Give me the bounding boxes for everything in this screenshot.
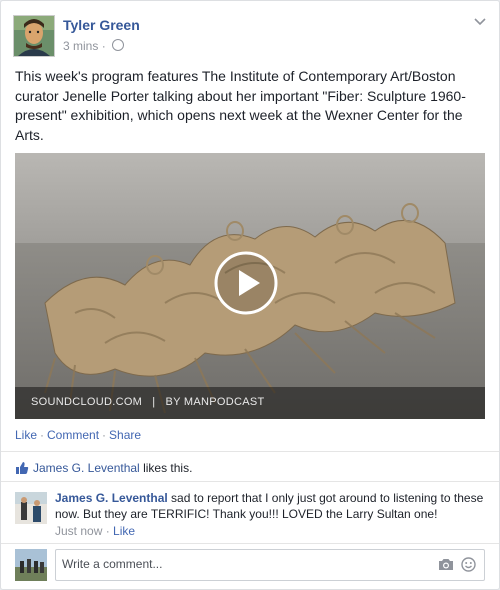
divider [1,451,499,452]
author-name[interactable]: Tyler Green [63,17,140,33]
comment-time[interactable]: Just now [55,524,102,538]
likes-suffix: likes this. [139,461,193,475]
post-meta: 3 mins · [63,39,125,53]
action-sep: · [40,428,45,442]
play-icon[interactable] [214,251,278,315]
camera-icon[interactable] [438,558,454,571]
liker-name[interactable]: James G. Leventhal [33,461,140,475]
post-card: Tyler Green 3 mins · This week's program… [0,0,500,590]
comment-meta: Just now · Like [55,524,135,538]
author-avatar[interactable] [13,15,55,57]
media-caption[interactable]: SOUNDCLOUD.COM | BY MANPODCAST [31,396,265,408]
like-link[interactable]: Like [15,428,37,442]
reply-row: Write a comment... [15,549,485,581]
divider [1,481,499,482]
comment-link[interactable]: Comment [47,428,99,442]
meta-dot: · [101,39,106,53]
post-time[interactable]: 3 mins [63,39,98,53]
commenter-name[interactable]: James G. Leventhal [55,491,168,505]
comment-sep: · [105,524,110,538]
thumbs-up-icon [16,462,29,474]
smiley-icon[interactable] [461,557,476,572]
commenter-avatar[interactable] [15,492,47,524]
comment-body: James G. Leventhal sad to report that I … [55,490,485,522]
comment-input[interactable]: Write a comment... [55,549,485,581]
viewer-avatar [15,549,47,581]
post-actions: Like · Comment · Share [15,428,141,442]
comment-like-link[interactable]: Like [113,524,135,538]
globe-icon[interactable] [112,39,125,51]
divider [1,543,499,544]
share-link[interactable]: Share [109,428,141,442]
comment-placeholder: Write a comment... [62,557,163,571]
media-attachment[interactable]: SOUNDCLOUD.COM | BY MANPODCAST [15,153,485,419]
chevron-down-icon[interactable] [473,15,487,29]
post-text: This week's program features The Institu… [15,68,466,143]
media-caption-bar: SOUNDCLOUD.COM | BY MANPODCAST [15,387,485,419]
action-sep: · [102,428,107,442]
